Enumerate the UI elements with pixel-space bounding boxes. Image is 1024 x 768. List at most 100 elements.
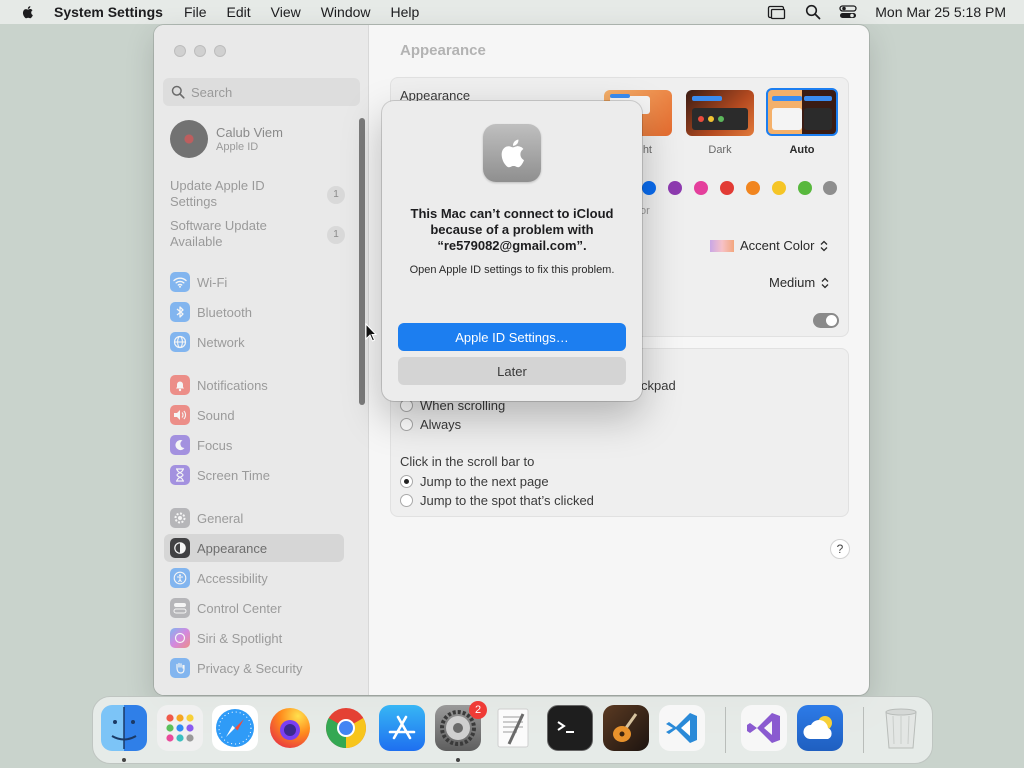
sidebar-item-privacy-security[interactable]: Privacy & Security: [164, 654, 344, 682]
chevron-up-down-icon: [821, 277, 829, 288]
wifi-icon: [170, 272, 190, 292]
sidebar-item-general[interactable]: General: [164, 504, 344, 532]
menu-window[interactable]: Window: [321, 4, 371, 20]
wallpaper-tinting-toggle[interactable]: [813, 313, 839, 328]
sidebar-item-sound[interactable]: Sound: [164, 401, 344, 429]
menu-help[interactable]: Help: [391, 4, 420, 20]
menu-view[interactable]: View: [271, 4, 301, 20]
dock-item-firefox[interactable]: [267, 705, 313, 751]
sidebar-item-wifi[interactable]: Wi-Fi: [164, 268, 344, 296]
sidebar-item-label: General: [197, 510, 244, 526]
alert-message: Open Apple ID settings to fix this probl…: [409, 264, 615, 276]
sidebar-item-control-center[interactable]: Control Center: [164, 594, 344, 622]
apple-id-profile[interactable]: Calub Viem Apple ID: [170, 120, 283, 158]
dock-item-app-store[interactable]: [379, 705, 425, 751]
later-button[interactable]: Later: [398, 357, 626, 385]
vscode-icon: [666, 713, 697, 743]
dock-item-system-settings[interactable]: 2: [435, 701, 487, 751]
accent-color-swatch[interactable]: [746, 181, 760, 195]
menu-clock[interactable]: Mon Mar 25 5:18 PM: [875, 4, 1006, 20]
hand-icon: [170, 658, 190, 678]
sidebar-item-label: Wi-Fi: [197, 274, 228, 290]
radio-always[interactable]: Always: [400, 417, 461, 432]
notification-badge: 2: [469, 701, 487, 719]
control-center-icon[interactable]: [839, 4, 857, 20]
sidebar-item-label: Focus: [197, 437, 233, 453]
zoom-window-button[interactable]: [214, 45, 226, 57]
sidebar-item-appearance[interactable]: Appearance: [164, 534, 344, 562]
accent-color-swatch[interactable]: [798, 181, 812, 195]
sidebar-item-focus[interactable]: Focus: [164, 431, 344, 459]
dock-item-terminal[interactable]: [547, 705, 593, 751]
sidebar-item-label: Notifications: [197, 377, 268, 393]
notice-count-badge: 1: [327, 186, 345, 204]
weather-icon: [803, 716, 832, 739]
chrome-icon: [326, 708, 366, 748]
launchpad-icon: [166, 714, 194, 742]
finder-icon: [111, 707, 137, 749]
gear-icon: [170, 508, 190, 528]
sidebar-item-screen-time[interactable]: Screen Time: [164, 461, 344, 489]
sidebar-icon-size-popup[interactable]: Medium: [769, 275, 829, 290]
sidebar-item-network[interactable]: Network: [164, 328, 344, 356]
dock-item-finder[interactable]: [101, 705, 147, 751]
avatar: [170, 120, 208, 158]
page-title: Appearance: [400, 42, 486, 59]
dock-item-trash[interactable]: [878, 705, 924, 751]
sidebar-item-label: Network: [197, 334, 245, 350]
radio-label: Jump to the next page: [420, 474, 549, 489]
alert-title: This Mac can’t connect to iCloud because…: [410, 206, 614, 253]
notice-software-update[interactable]: Software Update Available 1: [170, 218, 345, 250]
minimize-window-button[interactable]: [194, 45, 206, 57]
chevron-up-down-icon: [820, 240, 828, 251]
accent-color-swatch[interactable]: [823, 181, 837, 195]
hourglass-icon: [170, 465, 190, 485]
notice-update-apple-id[interactable]: Update Apple ID Settings 1: [170, 178, 345, 210]
dock-item-vscode[interactable]: [659, 705, 705, 751]
accent-color-swatch[interactable]: [720, 181, 734, 195]
notice-label: Software Update Available: [170, 218, 345, 250]
spotlight-search-icon[interactable]: [805, 4, 821, 20]
accessibility-icon: [170, 568, 190, 588]
notice-line1: Update Apple ID: [170, 178, 265, 193]
menu-file[interactable]: File: [184, 4, 207, 20]
search-field[interactable]: Search: [163, 78, 360, 106]
highlight-color-popup[interactable]: Accent Color: [710, 238, 828, 253]
screen-mirroring-icon[interactable]: [767, 4, 787, 20]
dock-item-visual-studio[interactable]: [741, 705, 787, 751]
accent-color-swatch[interactable]: [772, 181, 786, 195]
theme-dark-thumbnail[interactable]: [686, 90, 754, 136]
dock-item-textedit[interactable]: [491, 705, 537, 751]
dock-item-weather[interactable]: [797, 705, 843, 751]
dock-item-safari[interactable]: [212, 705, 258, 751]
menu-bar: System Settings File Edit View Window He…: [0, 0, 1024, 24]
apple-menu-icon[interactable]: [20, 4, 36, 20]
radio-jump-spot-clicked[interactable]: Jump to the spot that’s clicked: [400, 493, 594, 508]
menu-app-name[interactable]: System Settings: [54, 4, 163, 20]
dock-item-launchpad[interactable]: [157, 705, 203, 751]
sidebar-item-notifications[interactable]: Notifications: [164, 371, 344, 399]
dock-item-chrome[interactable]: [323, 705, 369, 751]
theme-auto-thumbnail[interactable]: [766, 88, 838, 136]
sidebar-item-bluetooth[interactable]: Bluetooth: [164, 298, 344, 326]
sidebar-item-label: Sound: [197, 407, 235, 423]
accent-color-swatch[interactable]: [642, 181, 656, 195]
globe-icon: [170, 332, 190, 352]
profile-name: Calub Viem: [216, 125, 283, 140]
close-window-button[interactable]: [174, 45, 186, 57]
radio-button: [400, 475, 413, 488]
sidebar-scrollbar[interactable]: [359, 118, 365, 405]
dock-item-garageband[interactable]: [603, 705, 649, 751]
apple-id-settings-button[interactable]: Apple ID Settings…: [398, 323, 626, 351]
menu-edit[interactable]: Edit: [227, 4, 251, 20]
help-button[interactable]: ?: [830, 539, 850, 559]
sidebar-item-accessibility[interactable]: Accessibility: [164, 564, 344, 592]
sidebar-item-siri-spotlight[interactable]: Siri & Spotlight: [164, 624, 344, 652]
highlight-color-value: Accent Color: [740, 238, 815, 253]
radio-jump-next-page[interactable]: Jump to the next page: [400, 474, 549, 489]
apple-logo-icon: [483, 124, 541, 182]
sidebar-item-label: Privacy & Security: [197, 660, 303, 676]
accent-color-swatch[interactable]: [694, 181, 708, 195]
dock-separator: [725, 707, 726, 753]
accent-color-swatch[interactable]: [668, 181, 682, 195]
